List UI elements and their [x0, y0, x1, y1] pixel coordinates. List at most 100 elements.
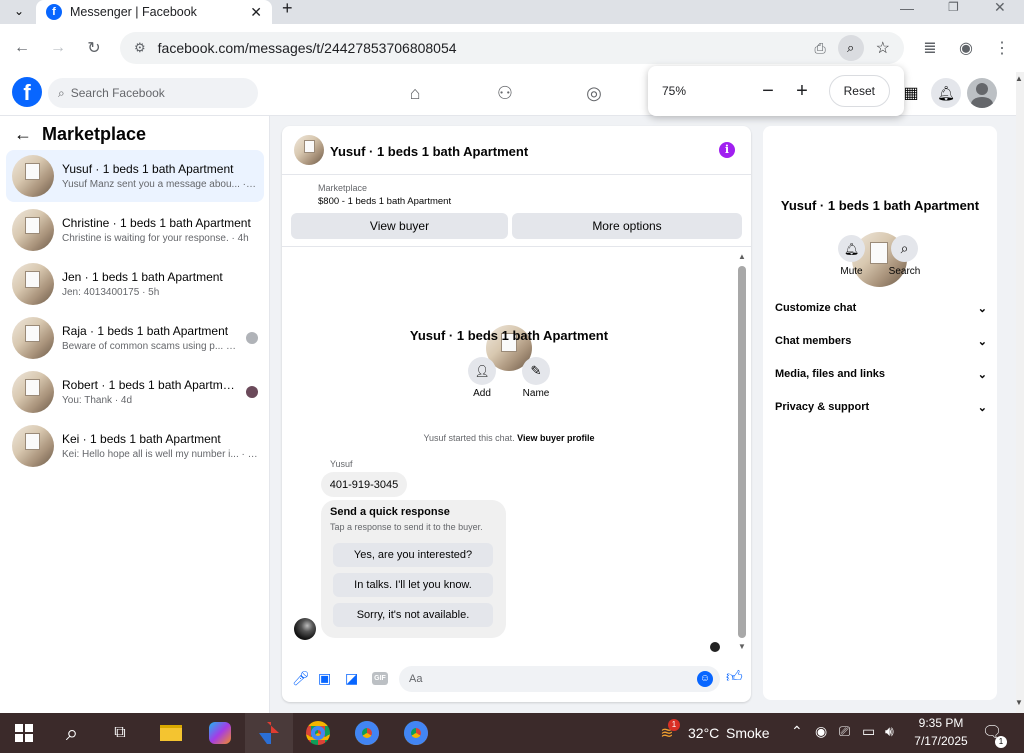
add-person-icon[interactable]: 👤︎ — [468, 357, 496, 385]
conversation-preview: Jen: 4013400175 · 5h — [62, 287, 160, 298]
url-text[interactable]: facebook.com/messages/t/2442785370680805… — [158, 40, 803, 56]
message-bubble[interactable]: 401-919-3045 — [321, 472, 407, 497]
listing-title[interactable]: $800 - 1 beds 1 bath Apartment — [318, 196, 451, 207]
volume-icon[interactable]: 🔊︎ — [885, 723, 894, 740]
media-controls-icon[interactable]: ≣ — [918, 36, 942, 60]
search-icon[interactable]: ⌕ — [48, 713, 96, 753]
mute-bell-icon[interactable]: 🔔︎ — [838, 235, 865, 262]
back-icon[interactable]: ← — [10, 36, 34, 60]
divider — [282, 174, 751, 175]
file-explorer-icon[interactable] — [147, 713, 195, 753]
tab-search-chevron-icon[interactable]: ⌄ — [8, 0, 30, 22]
reload-icon[interactable]: ↻ — [82, 36, 106, 60]
record-icon[interactable]: ◉ — [815, 723, 827, 740]
zoom-out-button[interactable]: − — [756, 80, 780, 103]
name-label: Name — [522, 388, 550, 399]
scroll-down-arrow[interactable]: ▼ — [738, 642, 746, 651]
show-hidden-icons-chevron-icon[interactable]: ⌃ — [791, 723, 803, 740]
sidebar-header: ← Marketplace — [14, 124, 146, 145]
page-scroll-up-arrow[interactable]: ▲ — [1015, 74, 1023, 83]
groups-icon[interactable]: ◎ — [574, 78, 614, 108]
conversation-item[interactable]: Christine · 1 beds 1 bath Apartment Chris… — [6, 204, 264, 256]
section-label: Privacy & support — [775, 401, 870, 413]
task-view-icon[interactable]: ⧉ — [96, 713, 144, 753]
friends-icon[interactable]: ⚇ — [485, 78, 525, 108]
listing-thumbnail — [12, 209, 54, 251]
network-icon[interactable]: ▭ — [862, 723, 875, 740]
search-icon[interactable]: ⌕ — [891, 235, 918, 262]
browser-tab[interactable]: f Messenger | Facebook ✕ — [36, 0, 272, 24]
app-pinned-icon[interactable] — [245, 713, 293, 753]
address-bar[interactable]: ⚙ facebook.com/messages/t/24427853706808… — [120, 32, 904, 64]
quick-response-button[interactable]: In talks. I'll let you know. — [333, 573, 493, 597]
weather-condition[interactable]: Smoke — [726, 725, 770, 741]
conversation-item[interactable]: Jen · 1 beds 1 bath Apartment Jen: 401340… — [6, 258, 264, 310]
sticker-icon[interactable]: ◪ — [345, 670, 358, 687]
clock-time[interactable]: 9:35 PM — [910, 716, 972, 730]
facebook-logo-icon[interactable]: f — [12, 77, 42, 107]
profile-icon[interactable]: ◉ — [954, 36, 978, 60]
quick-response-button[interactable]: Sorry, it's not available. — [333, 603, 493, 627]
microphone-icon[interactable]: 🎤︎ — [292, 670, 310, 687]
facebook-search-input[interactable]: ⌕ Search Facebook — [48, 78, 258, 108]
zoom-in-button[interactable]: + — [790, 80, 814, 103]
close-window-icon[interactable]: ✕ — [994, 0, 1006, 16]
scroll-up-arrow[interactable]: ▲ — [738, 252, 746, 261]
more-options-button[interactable]: More options — [512, 213, 742, 239]
conversation-item[interactable]: Robert · 1 beds 1 bath Apartment You: Tha… — [6, 366, 264, 418]
chat-header-avatar[interactable] — [294, 135, 324, 165]
details-section-media[interactable]: Media, files and links ⌄ — [775, 368, 987, 381]
info-icon[interactable]: i — [719, 142, 735, 158]
chat-scrollbar-thumb[interactable] — [738, 266, 746, 638]
install-app-icon[interactable]: ⎙ — [814, 40, 825, 57]
chrome-profile-1-icon[interactable] — [294, 713, 342, 753]
edit-pencil-icon[interactable]: ✎ — [522, 357, 550, 385]
conversation-item[interactable]: Yusuf · 1 beds 1 bath Apartment Yusuf Man… — [6, 150, 264, 202]
search-label: Search — [888, 266, 921, 277]
home-icon[interactable]: ⌂ — [395, 78, 435, 108]
page-scroll-down-arrow[interactable]: ▼ — [1015, 698, 1023, 707]
clock-date[interactable]: 7/17/2025 — [910, 734, 972, 748]
back-arrow-icon[interactable]: ← — [14, 124, 32, 145]
like-thumbs-up-icon[interactable]: 👍︎ — [726, 668, 743, 687]
conversation-item[interactable]: Kei · 1 beds 1 bath Apartment Kei: Hello … — [6, 420, 264, 472]
meet-now-icon[interactable]: ⎚ — [839, 723, 850, 740]
gif-icon[interactable]: GIF — [372, 672, 388, 685]
zoom-icon[interactable]: ⌕ — [837, 35, 864, 61]
windows-start-icon[interactable] — [0, 713, 48, 753]
conversation-preview: Beware of common scams using p... · 4d — [62, 341, 238, 352]
zoom-reset-button[interactable]: Reset — [828, 75, 890, 107]
sender-avatar[interactable] — [294, 618, 316, 640]
conversation-preview: Yusuf Manz sent you a message abou... · … — [62, 179, 258, 190]
message-input[interactable]: Aa — [399, 666, 720, 692]
page-scrollbar[interactable] — [1016, 72, 1024, 713]
chrome-profile-3-icon[interactable] — [392, 713, 440, 753]
conversation-name: Yusuf · 1 beds 1 bath Apartment — [62, 162, 234, 176]
close-tab-icon[interactable]: ✕ — [250, 4, 262, 21]
notifications-bell-icon[interactable]: 🔔︎ — [931, 78, 961, 108]
conversation-item[interactable]: Raja · 1 beds 1 bath Apartment Beware of … — [6, 312, 264, 364]
profile-name: Yusuf · 1 beds 1 bath Apartment — [409, 328, 609, 343]
view-buyer-profile-link[interactable]: View buyer profile — [517, 433, 594, 443]
browser-menu-icon[interactable]: ⋮ — [990, 36, 1014, 60]
emoji-icon[interactable]: ☺ — [697, 671, 713, 687]
site-info-icon[interactable]: ⚙ — [134, 40, 146, 56]
tab-title: Messenger | Facebook — [70, 5, 197, 19]
restore-icon[interactable]: ❐ — [948, 0, 959, 14]
bookmark-star-icon[interactable]: ☆ — [876, 38, 890, 58]
view-buyer-button[interactable]: View buyer — [291, 213, 508, 239]
details-section-privacy[interactable]: Privacy & support ⌄ — [775, 401, 987, 414]
quick-response-button[interactable]: Yes, are you interested? — [333, 543, 493, 567]
details-section-chat-members[interactable]: Chat members ⌄ — [775, 335, 987, 348]
chat-header-title[interactable]: Yusuf · 1 beds 1 bath Apartment — [330, 144, 528, 159]
quick-response-title: Send a quick response — [330, 506, 450, 518]
new-tab-icon[interactable]: + — [282, 0, 293, 19]
chrome-profile-2-icon[interactable] — [343, 713, 391, 753]
details-section-customize-chat[interactable]: Customize chat ⌄ — [775, 302, 987, 315]
photo-icon[interactable]: ▣ — [318, 670, 331, 687]
copilot-icon[interactable] — [196, 713, 244, 753]
temperature[interactable]: 32°C — [688, 725, 719, 741]
forward-icon[interactable]: → — [46, 36, 70, 60]
minimize-icon[interactable]: — — [900, 0, 914, 16]
account-avatar[interactable] — [967, 78, 997, 108]
